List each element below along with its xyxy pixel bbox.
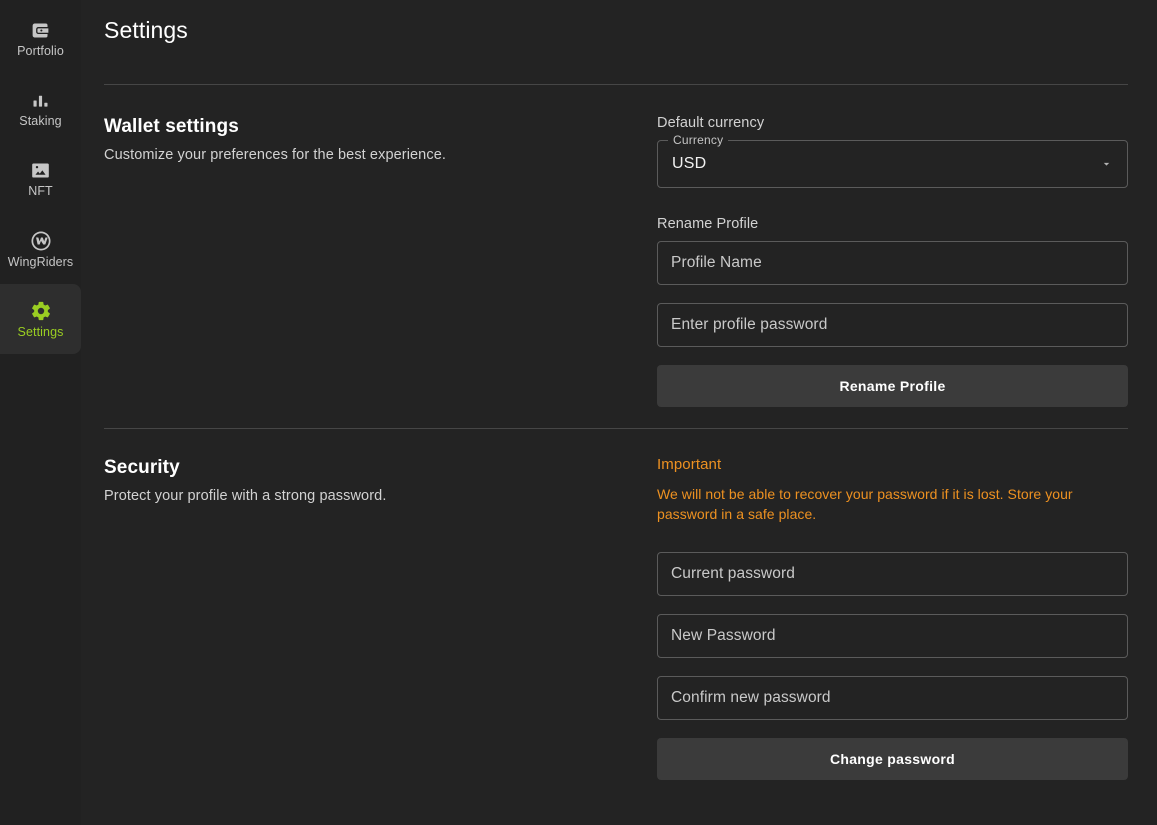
- security-subheading: Protect your profile with a strong passw…: [104, 487, 387, 504]
- change-password-button[interactable]: Change password: [657, 737, 1128, 780]
- sidebar-item-label: Portfolio: [17, 44, 64, 59]
- sidebar-item-wingriders[interactable]: WingRiders: [0, 214, 81, 284]
- default-currency-label: Default currency: [657, 115, 765, 131]
- gear-icon: [30, 300, 52, 322]
- wallet-settings-subheading: Customize your preferences for the best …: [104, 146, 446, 163]
- wallet-settings-section: Wallet settings Customize your preferenc…: [104, 85, 1128, 407]
- password-fields: Change password: [657, 551, 1128, 780]
- wingriders-icon: [30, 230, 52, 252]
- bar-chart-icon: [30, 90, 51, 111]
- security-heading: Security: [104, 457, 180, 478]
- security-description: Security Protect your profile with a str…: [104, 456, 657, 504]
- rename-profile-label: Rename Profile: [657, 216, 759, 232]
- image-icon: [30, 160, 51, 181]
- wallet-settings-description: Wallet settings Customize your preferenc…: [104, 115, 657, 163]
- security-section: Security Protect your profile with a str…: [104, 429, 1128, 780]
- wallet-icon: [30, 20, 51, 41]
- wallet-settings-heading: Wallet settings: [104, 116, 239, 137]
- page-title: Settings: [104, 17, 188, 43]
- sidebar-item-nft[interactable]: NFT: [0, 144, 81, 214]
- new-password-input[interactable]: [657, 613, 1128, 658]
- sidebar-item-label: NFT: [28, 184, 53, 199]
- main-content: Settings Wallet settings Customize your …: [81, 0, 1157, 825]
- wallet-settings-form: Default currency Currency USD Rename Pro…: [657, 115, 1128, 407]
- sidebar-item-staking[interactable]: Staking: [0, 74, 81, 144]
- profile-name-input[interactable]: [657, 241, 1128, 285]
- sidebar-item-settings[interactable]: Settings: [0, 284, 81, 354]
- settings-page: Portfolio Staking NFT WingRiders Setting…: [0, 0, 1157, 825]
- chevron-down-icon[interactable]: [1100, 158, 1113, 171]
- currency-select[interactable]: Currency USD: [657, 134, 1128, 188]
- sidebar-item-label: Settings: [17, 324, 64, 339]
- current-password-input[interactable]: [657, 551, 1128, 596]
- confirm-password-input[interactable]: [657, 675, 1128, 720]
- profile-password-input[interactable]: [657, 303, 1128, 347]
- important-warning-body: We will not be able to recover your pass…: [657, 486, 1073, 523]
- important-warning-title: Important: [657, 456, 722, 473]
- sidebar: Portfolio Staking NFT WingRiders Setting…: [0, 0, 81, 825]
- sidebar-item-label: WingRiders: [7, 254, 74, 269]
- sidebar-item-label: Staking: [19, 114, 62, 129]
- currency-select-value: USD: [672, 155, 707, 172]
- sidebar-item-portfolio[interactable]: Portfolio: [0, 4, 81, 74]
- currency-select-legend: Currency: [668, 134, 729, 146]
- security-form: Important We will not be able to recover…: [657, 456, 1128, 780]
- rename-profile-button[interactable]: Rename Profile: [657, 365, 1128, 407]
